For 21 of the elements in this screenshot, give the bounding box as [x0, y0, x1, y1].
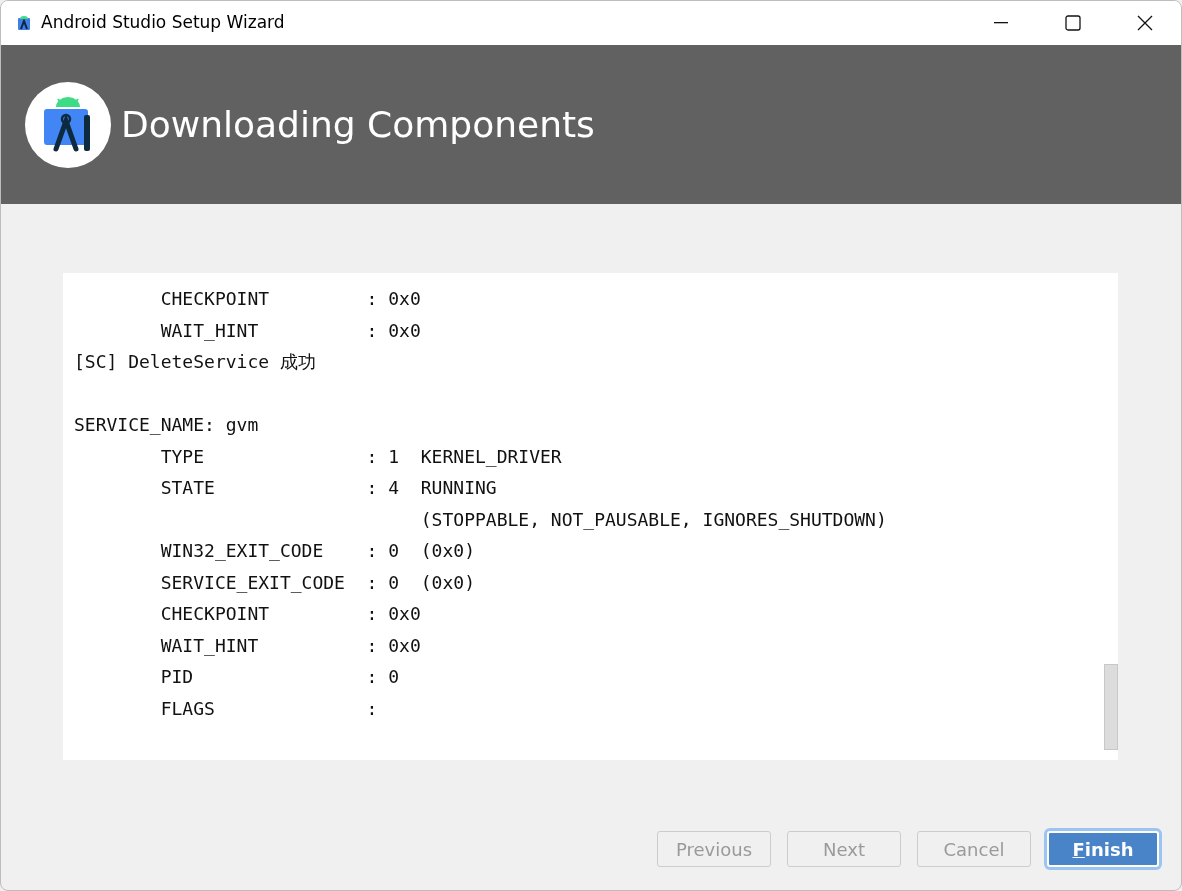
page-title: Downloading Components [121, 102, 595, 147]
maximize-icon[interactable] [1065, 15, 1081, 31]
log-line: STATE : 4 RUNNING [159, 476, 497, 500]
log-line: CHECKPOINT : 0x0 [159, 602, 421, 626]
log-line: FLAGS : [159, 696, 378, 721]
log-line: TYPE : 1 KERNEL_DRIVER [159, 444, 562, 469]
finish-button[interactable]: Finish [1047, 831, 1159, 867]
log-line: (STOPPABLE, NOT_PAUSABLE, IGNORES_SHUTDOWN) [419, 507, 887, 532]
minimize-icon[interactable] [994, 22, 1008, 24]
scrollbar-thumb[interactable] [1104, 664, 1118, 750]
log-line: WIN32_EXIT_CODE : 0 (0x0) [159, 539, 475, 563]
log-line: WAIT_HINT : 0x0 [159, 633, 421, 658]
window-title: Android Studio Setup Wizard [41, 11, 285, 35]
log-line: WAIT_HINT : 0x0 [159, 318, 421, 343]
close-icon[interactable] [1137, 15, 1153, 31]
log-line: SERVICE_EXIT_CODE : 0 (0x0) [159, 570, 475, 595]
log-line: [SC] DeleteService 成功 [74, 350, 316, 374]
log-line: PID : 0 [159, 665, 400, 689]
log-line: SERVICE_NAME: gvm [74, 413, 259, 437]
log-line: CHECKPOINT : 0x0 [159, 287, 421, 311]
app-icon [17, 15, 31, 31]
